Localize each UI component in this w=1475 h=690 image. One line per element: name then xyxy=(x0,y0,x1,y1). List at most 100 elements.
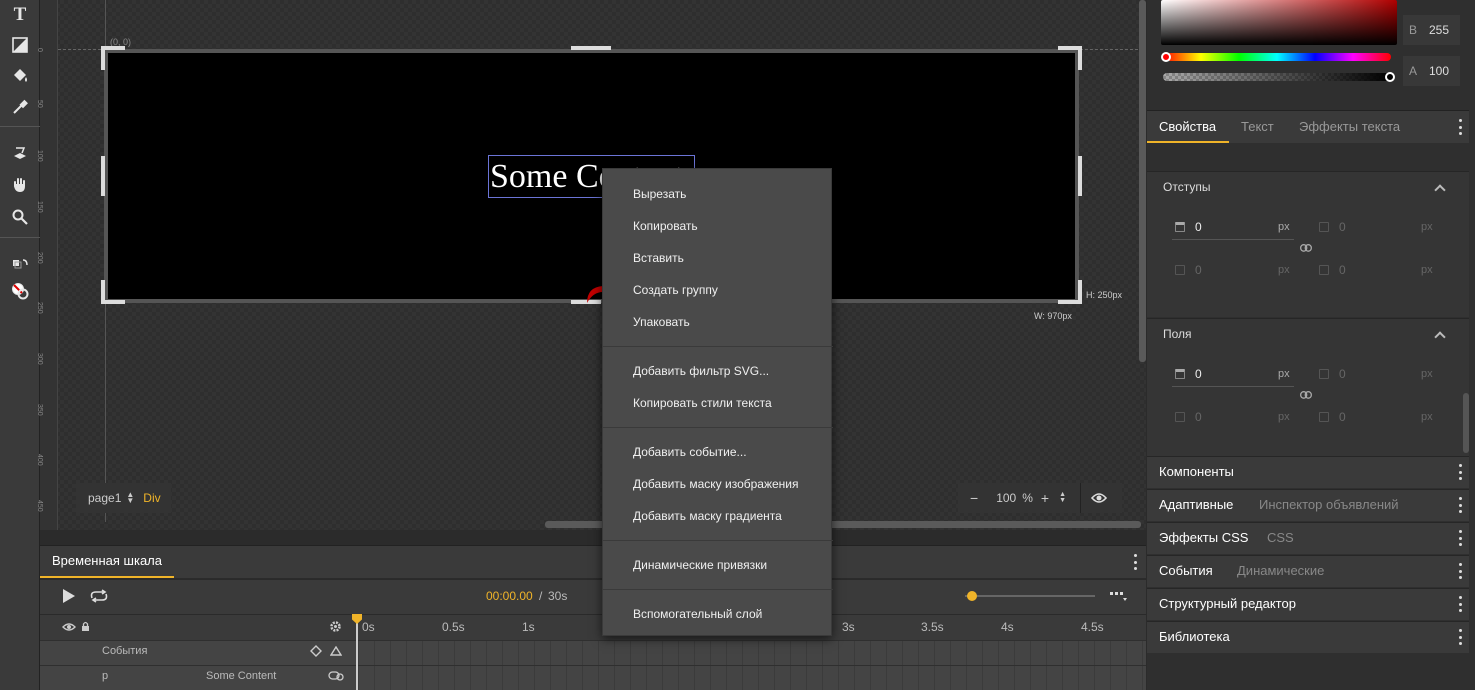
keyframe-icon[interactable] xyxy=(310,645,322,657)
panel-scrollbar[interactable] xyxy=(1463,393,1469,453)
accordion-secondary-tab[interactable]: CSS xyxy=(1267,530,1294,545)
menu-item-create-group[interactable]: Создать группу xyxy=(633,283,718,297)
properties-menu-icon[interactable] xyxy=(1458,119,1462,135)
timeline-options-icon[interactable] xyxy=(1110,591,1128,603)
menu-item-cut[interactable]: Вырезать xyxy=(633,187,686,201)
lock-icon[interactable] xyxy=(81,621,90,632)
accordion-secondary-tab[interactable]: Динамические xyxy=(1237,563,1324,578)
gradient-tool-icon[interactable] xyxy=(6,32,34,58)
link-toggle-icon[interactable] xyxy=(328,671,344,681)
menu-item-helper-layer[interactable]: Вспомогательный слой xyxy=(633,607,762,621)
padding-bottom-unit[interactable]: px xyxy=(1421,411,1433,423)
menu-item-copy[interactable]: Копировать xyxy=(633,219,698,233)
zoom-in-button[interactable]: + xyxy=(1041,490,1049,506)
channel-value[interactable]: 255 xyxy=(1429,23,1449,37)
text-tool-icon[interactable]: T xyxy=(6,2,34,28)
channel-value[interactable]: 100 xyxy=(1429,64,1449,78)
hand-icon[interactable] xyxy=(6,172,34,198)
link-chain-icon[interactable] xyxy=(1300,244,1312,252)
link-chain-icon[interactable] xyxy=(1300,391,1312,399)
menu-item-add-event[interactable]: Добавить событие... xyxy=(633,445,747,459)
zoom-out-button[interactable]: − xyxy=(970,490,978,506)
swap-colors-icon[interactable] xyxy=(6,252,34,278)
resize-handle-tr-v[interactable] xyxy=(1078,46,1082,70)
accordion-label[interactable]: Библиотека xyxy=(1159,629,1230,644)
current-time[interactable]: 00:00.00 xyxy=(486,589,533,603)
accordion-menu-icon[interactable] xyxy=(1458,596,1462,612)
accordion-menu-icon[interactable] xyxy=(1458,629,1462,645)
blue-channel-field[interactable]: B 255 xyxy=(1403,15,1460,45)
padding-bottom-value[interactable]: 0 xyxy=(1339,410,1346,424)
playhead[interactable] xyxy=(356,614,358,690)
accordion-label[interactable]: Структурный редактор xyxy=(1159,596,1296,611)
accordion-menu-icon[interactable] xyxy=(1458,563,1462,579)
menu-item-add-svg-filter[interactable]: Добавить фильтр SVG... xyxy=(633,364,769,378)
stage-vertical-scrollbar[interactable] xyxy=(1139,0,1146,362)
padding-left-unit[interactable]: px xyxy=(1278,411,1290,423)
timeline-row-events[interactable] xyxy=(40,640,1146,665)
resize-handle-left[interactable] xyxy=(101,156,105,196)
resize-handle-tl-v[interactable] xyxy=(101,46,105,70)
menu-item-copy-text-styles[interactable]: Копировать стили текста xyxy=(633,396,772,410)
paint-bucket-icon[interactable] xyxy=(6,63,34,89)
padding-title[interactable]: Поля xyxy=(1163,327,1192,341)
margin-left-value[interactable]: 0 xyxy=(1195,263,1202,277)
accordion-label[interactable]: Эффекты CSS xyxy=(1159,530,1248,545)
alpha-slider[interactable] xyxy=(1163,73,1391,81)
gear-icon[interactable] xyxy=(329,620,342,633)
tab-properties[interactable]: Свойства xyxy=(1147,110,1229,143)
timeline-menu-icon[interactable] xyxy=(1133,554,1137,570)
menu-item-paste[interactable]: Вставить xyxy=(633,251,684,265)
padding-top-value[interactable]: 0 xyxy=(1195,367,1202,381)
margin-top-value[interactable]: 0 xyxy=(1195,220,1202,234)
resize-handle-top[interactable] xyxy=(571,46,611,50)
margin-top-unit[interactable]: px xyxy=(1278,221,1290,233)
color-saturation-box[interactable] xyxy=(1161,0,1397,45)
accordion-label[interactable]: События xyxy=(1159,563,1213,578)
transform-3d-icon[interactable] xyxy=(6,140,34,166)
accordion-menu-icon[interactable] xyxy=(1458,497,1462,513)
tab-text[interactable]: Текст xyxy=(1241,110,1274,143)
easing-icon[interactable] xyxy=(330,646,342,656)
padding-left-value[interactable]: 0 xyxy=(1195,410,1202,424)
accordion-secondary-tab[interactable]: Инспектор объявлений xyxy=(1259,497,1399,512)
margin-left-unit[interactable]: px xyxy=(1278,264,1290,276)
no-color-icon[interactable] xyxy=(6,278,34,304)
accordion-menu-icon[interactable] xyxy=(1458,530,1462,546)
zoom-icon[interactable] xyxy=(6,204,34,230)
resize-handle-bl-v[interactable] xyxy=(101,280,105,304)
margin-right-unit[interactable]: px xyxy=(1421,221,1433,233)
tab-text-effects[interactable]: Эффекты текста xyxy=(1299,110,1400,143)
alpha-knob[interactable] xyxy=(1385,72,1395,82)
hue-slider[interactable] xyxy=(1163,53,1391,61)
margins-title[interactable]: Отступы xyxy=(1163,180,1210,194)
eye-icon[interactable] xyxy=(1091,492,1108,504)
play-icon[interactable] xyxy=(62,588,76,604)
menu-item-add-gradient-mask[interactable]: Добавить маску градиента xyxy=(633,509,782,523)
timeline-zoom-knob[interactable] xyxy=(967,591,977,601)
eyedropper-icon[interactable] xyxy=(6,94,34,120)
accordion-label[interactable]: Компоненты xyxy=(1159,464,1234,479)
timeline-zoom-slider[interactable] xyxy=(965,595,1095,597)
resize-handle-right[interactable] xyxy=(1078,156,1082,196)
menu-item-add-image-mask[interactable]: Добавить маску изображения xyxy=(633,477,799,491)
zoom-step-icon[interactable]: ▲ ▼ xyxy=(1059,491,1066,504)
padding-right-value[interactable]: 0 xyxy=(1339,367,1346,381)
total-time[interactable]: 30s xyxy=(548,589,567,603)
resize-handle-br-v[interactable] xyxy=(1078,280,1082,304)
margin-bottom-value[interactable]: 0 xyxy=(1339,263,1346,277)
margin-bottom-unit[interactable]: px xyxy=(1421,264,1433,276)
margin-right-value[interactable]: 0 xyxy=(1339,220,1346,234)
page-selector[interactable]: page1 ▲ ▼ Div xyxy=(76,483,171,513)
padding-right-unit[interactable]: px xyxy=(1421,368,1433,380)
hue-knob[interactable] xyxy=(1161,52,1171,62)
zoom-value[interactable]: 100 xyxy=(996,491,1016,505)
accordion-menu-icon[interactable] xyxy=(1458,464,1462,480)
alpha-channel-field[interactable]: A 100 xyxy=(1403,56,1460,86)
accordion-label[interactable]: Адаптивные xyxy=(1159,497,1233,512)
menu-item-dynamic-bindings[interactable]: Динамические привязки xyxy=(633,558,767,572)
timeline-ruler[interactable] xyxy=(40,614,1146,640)
visibility-eye-icon[interactable] xyxy=(62,622,76,632)
loop-icon[interactable] xyxy=(89,589,109,603)
menu-item-pack[interactable]: Упаковать xyxy=(633,315,690,329)
